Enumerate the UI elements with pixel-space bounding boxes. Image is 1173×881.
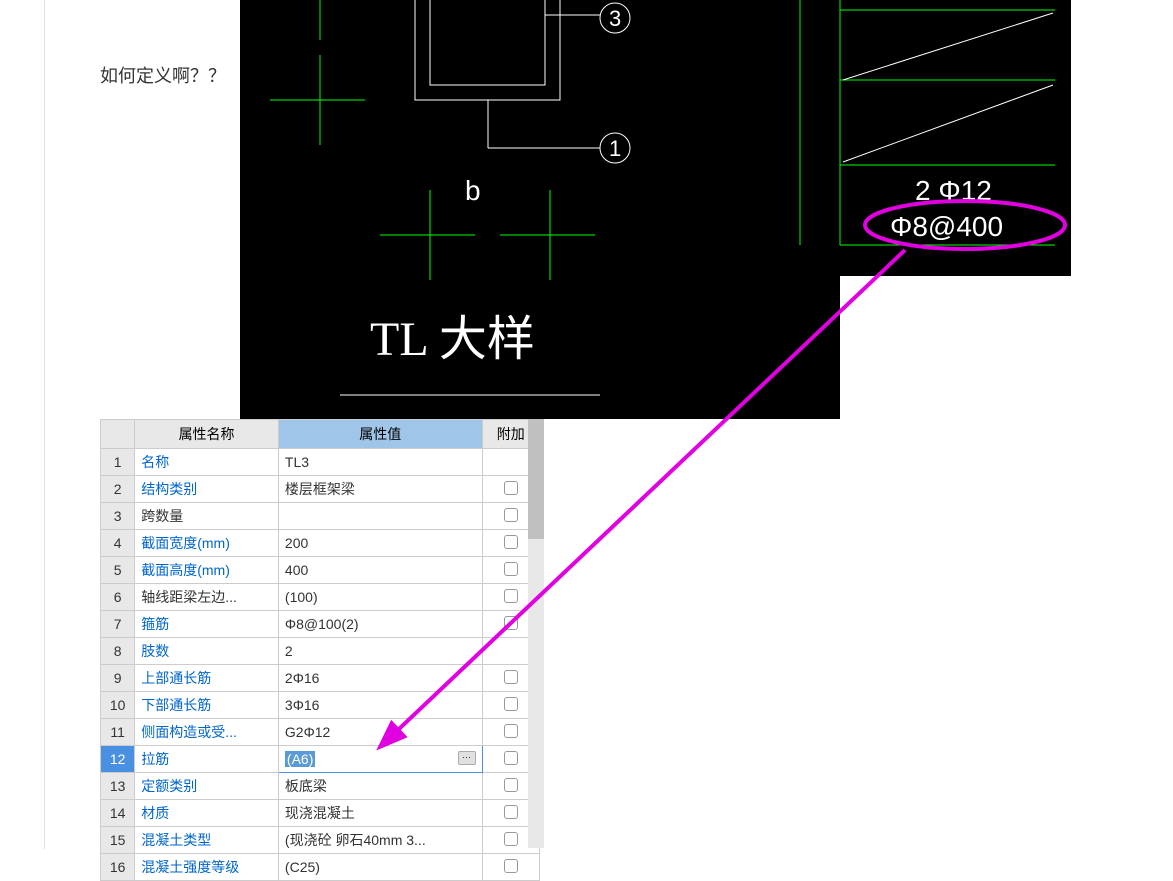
table-row[interactable]: 16混凝土强度等级(C25) — [101, 854, 540, 881]
checkbox-icon[interactable] — [504, 589, 518, 603]
row-number: 1 — [101, 449, 135, 476]
table-row[interactable]: 1名称TL3 — [101, 449, 540, 476]
row-name: 名称 — [135, 449, 279, 476]
cad-svg-main: 3 1 b TL 大样 — [240, 0, 840, 419]
checkbox-icon[interactable] — [504, 697, 518, 711]
checkbox-icon[interactable] — [504, 778, 518, 792]
row-number: 3 — [101, 503, 135, 530]
row-value[interactable]: 3Φ16 — [278, 692, 482, 719]
row-number: 5 — [101, 557, 135, 584]
row-value[interactable]: 2 — [278, 638, 482, 665]
row-name: 下部通长筋 — [135, 692, 279, 719]
row-name: 侧面构造或受... — [135, 719, 279, 746]
question-text: 如何定义啊？？ — [100, 62, 226, 88]
cad-rebar-highlight: Φ8@400 — [890, 211, 1003, 242]
cad-b-label: b — [465, 175, 481, 206]
cad-title: TL 大样 — [370, 313, 535, 366]
row-name: 轴线距梁左边... — [135, 584, 279, 611]
table-row[interactable]: 11侧面构造或受...G2Φ12 — [101, 719, 540, 746]
table-row[interactable]: 15混凝土类型(现浇砼 卵石40mm 3... — [101, 827, 540, 854]
row-number: 6 — [101, 584, 135, 611]
cad-drawing-right: 2 Φ12 Φ8@400 — [795, 0, 1071, 276]
table-row[interactable]: 4截面宽度(mm)200 — [101, 530, 540, 557]
table-scrollbar[interactable] — [528, 419, 544, 848]
table-row[interactable]: 7箍筋Φ8@100(2) — [101, 611, 540, 638]
checkbox-icon[interactable] — [504, 616, 518, 630]
cad-svg-right: 2 Φ12 Φ8@400 — [795, 0, 1071, 276]
row-name: 上部通长筋 — [135, 665, 279, 692]
row-name: 结构类别 — [135, 476, 279, 503]
header-value: 属性值 — [278, 420, 482, 449]
table-row[interactable]: 3跨数量 — [101, 503, 540, 530]
row-number: 9 — [101, 665, 135, 692]
row-number: 13 — [101, 773, 135, 800]
row-name: 定额类别 — [135, 773, 279, 800]
row-number: 16 — [101, 854, 135, 881]
checkbox-icon[interactable] — [504, 832, 518, 846]
row-value[interactable]: 楼层框架梁 — [278, 476, 482, 503]
row-name: 混凝土类型 — [135, 827, 279, 854]
row-value[interactable]: (现浇砼 卵石40mm 3... — [278, 827, 482, 854]
row-value[interactable]: (100) — [278, 584, 482, 611]
row-name: 跨数量 — [135, 503, 279, 530]
row-number: 2 — [101, 476, 135, 503]
row-value[interactable]: 2Φ16 — [278, 665, 482, 692]
row-value[interactable]: Φ8@100(2) — [278, 611, 482, 638]
row-number: 11 — [101, 719, 135, 746]
header-blank — [101, 420, 135, 449]
cad-marker-3: 3 — [609, 6, 621, 31]
table-row[interactable]: 10下部通长筋3Φ16 — [101, 692, 540, 719]
row-value[interactable]: 200 — [278, 530, 482, 557]
table-row[interactable]: 8肢数2 — [101, 638, 540, 665]
checkbox-icon[interactable] — [504, 859, 518, 873]
row-number: 7 — [101, 611, 135, 638]
checkbox-icon[interactable] — [504, 562, 518, 576]
checkbox-icon[interactable] — [504, 670, 518, 684]
row-name: 混凝土强度等级 — [135, 854, 279, 881]
table-row[interactable]: 2结构类别楼层框架梁 — [101, 476, 540, 503]
table-row[interactable]: 12拉筋(A6)⋯ — [101, 746, 540, 773]
row-value[interactable]: (C25) — [278, 854, 482, 881]
checkbox-icon[interactable] — [504, 751, 518, 765]
table-row[interactable]: 13定额类别板底梁 — [101, 773, 540, 800]
row-name: 拉筋 — [135, 746, 279, 773]
row-value[interactable]: TL3 — [278, 449, 482, 476]
row-name: 截面宽度(mm) — [135, 530, 279, 557]
header-name: 属性名称 — [135, 420, 279, 449]
checkbox-icon[interactable] — [504, 724, 518, 738]
checkbox-icon[interactable] — [504, 481, 518, 495]
row-name: 截面高度(mm) — [135, 557, 279, 584]
row-name: 材质 — [135, 800, 279, 827]
row-number: 8 — [101, 638, 135, 665]
table-row[interactable]: 9上部通长筋2Φ16 — [101, 665, 540, 692]
checkbox-icon[interactable] — [504, 508, 518, 522]
row-number: 10 — [101, 692, 135, 719]
checkbox-icon[interactable] — [504, 535, 518, 549]
cad-drawing-main: 3 1 b TL 大样 — [240, 0, 840, 419]
row-number: 4 — [101, 530, 135, 557]
row-name: 肢数 — [135, 638, 279, 665]
table-row[interactable]: 6轴线距梁左边...(100) — [101, 584, 540, 611]
row-number: 15 — [101, 827, 135, 854]
table-row[interactable]: 14材质现浇混凝土 — [101, 800, 540, 827]
checkbox-icon[interactable] — [504, 805, 518, 819]
row-number: 12 — [101, 746, 135, 773]
row-value[interactable]: 板底梁 — [278, 773, 482, 800]
row-value[interactable]: 400 — [278, 557, 482, 584]
cad-marker-1: 1 — [609, 136, 621, 161]
row-number: 14 — [101, 800, 135, 827]
ellipsis-button[interactable]: ⋯ — [458, 751, 476, 765]
scrollbar-thumb[interactable] — [528, 419, 544, 539]
row-value[interactable]: G2Φ12 — [278, 719, 482, 746]
row-value[interactable]: 现浇混凝土 — [278, 800, 482, 827]
property-table[interactable]: 属性名称 属性值 附加 1名称TL32结构类别楼层框架梁3跨数量4截面宽度(mm… — [100, 419, 540, 881]
row-extra[interactable] — [482, 854, 540, 881]
row-name: 箍筋 — [135, 611, 279, 638]
table-header-row: 属性名称 属性值 附加 — [101, 420, 540, 449]
table-row[interactable]: 5截面高度(mm)400 — [101, 557, 540, 584]
row-value[interactable] — [278, 503, 482, 530]
row-value[interactable]: (A6)⋯ — [278, 746, 482, 773]
